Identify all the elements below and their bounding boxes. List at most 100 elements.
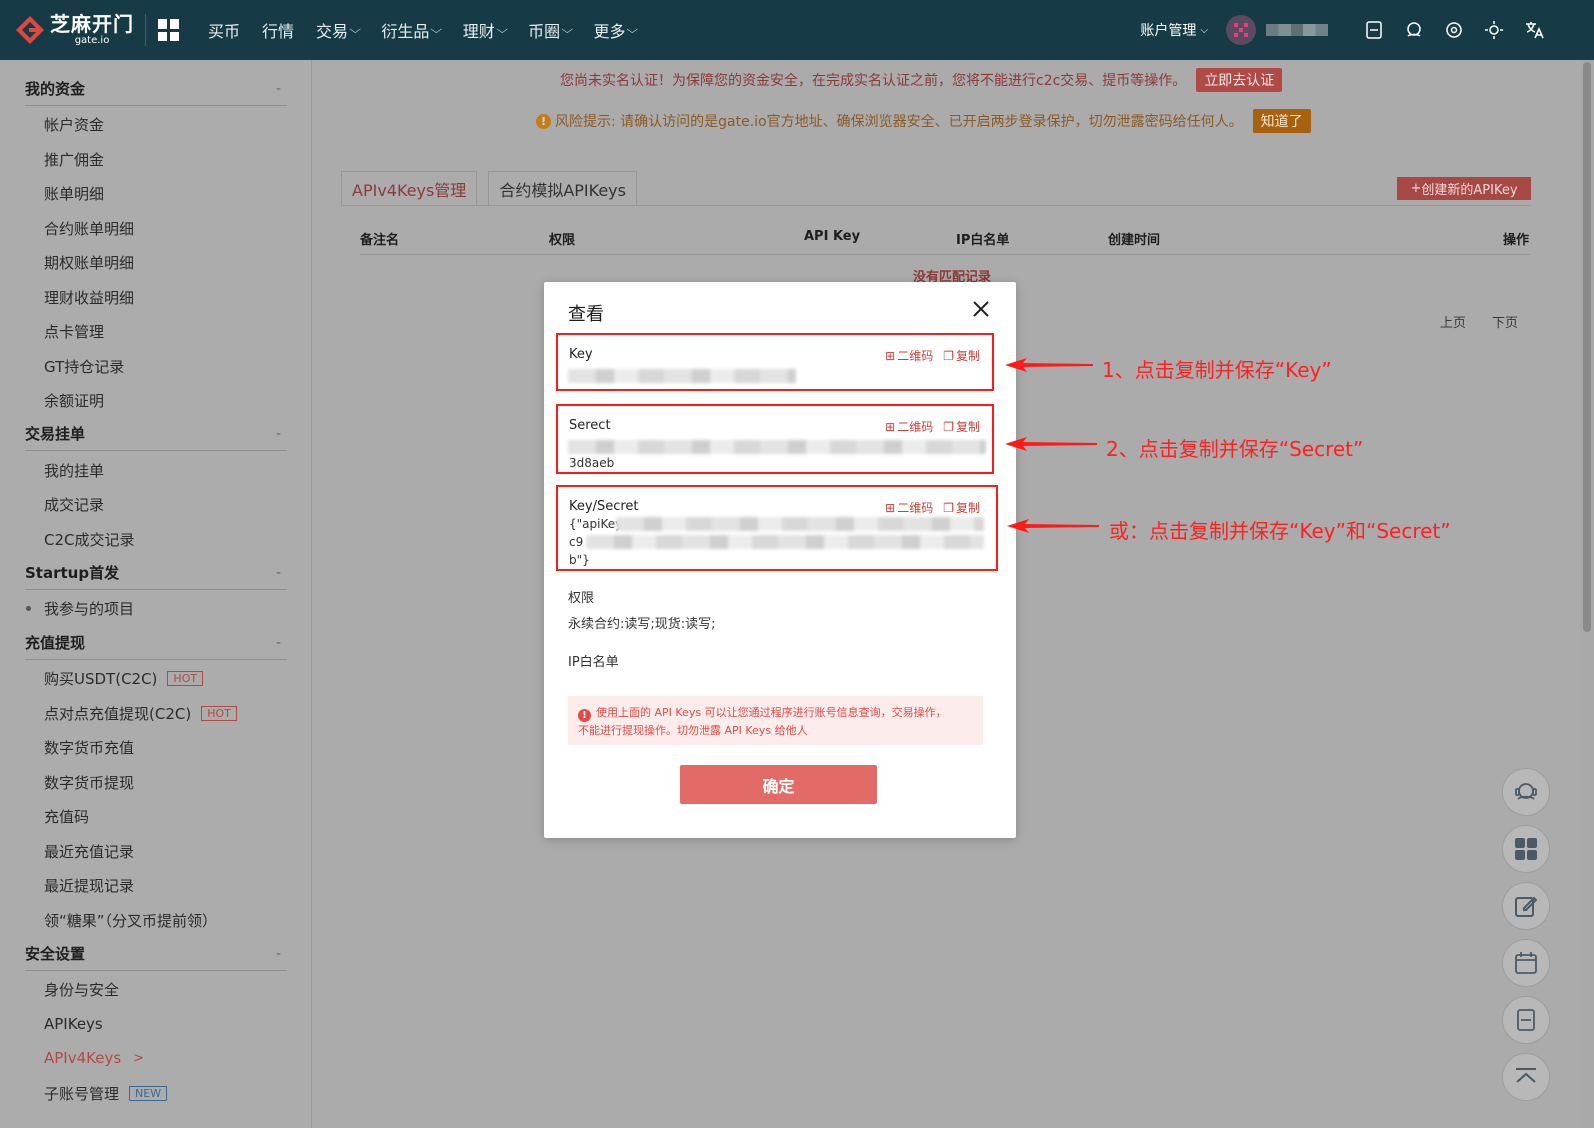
- sidebar-item-open-orders[interactable]: 我的挂单: [44, 458, 104, 482]
- sidebar-group-deposit-withdraw[interactable]: 充值提现 -: [25, 626, 287, 660]
- sidebar-item-recent-deposits[interactable]: 最近充值记录: [44, 839, 134, 863]
- sidebar-item-candy[interactable]: 领“糖果”（分叉币提前领）: [44, 908, 217, 932]
- nav-buy-crypto[interactable]: 买币: [198, 18, 252, 42]
- prev-page-button[interactable]: 上页: [1440, 312, 1466, 331]
- nav-trade[interactable]: 交易 ⌵: [306, 18, 371, 42]
- sidebar-item-c2c-history[interactable]: C2C成交记录: [44, 527, 135, 551]
- sidebar-item-recharge-code[interactable]: 充值码: [44, 804, 89, 828]
- key-field: Key ⊞ 二维码 ❐ 复制: [556, 333, 994, 391]
- close-icon[interactable]: [972, 300, 990, 318]
- avatar-pattern-icon: [1234, 23, 1248, 37]
- sidebar-group-funds[interactable]: 我的资金 -: [25, 72, 287, 106]
- sidebar-item-balance-proof[interactable]: 余额证明: [44, 388, 104, 412]
- secret-value-redacted[interactable]: [568, 440, 986, 454]
- float-back-to-top-button[interactable]: [1502, 1053, 1550, 1101]
- avatar[interactable]: [1226, 15, 1256, 45]
- qrcode-icon: ⊞: [885, 348, 896, 363]
- warning-icon: !: [536, 113, 551, 129]
- key-value-redacted[interactable]: [568, 369, 796, 383]
- apps-grid-icon[interactable]: [158, 19, 180, 41]
- sidebar-item-apiv4keys[interactable]: APIv4Keys >: [44, 1046, 144, 1070]
- sidebar-item-point-card[interactable]: 点卡管理: [44, 319, 104, 343]
- secret-qrcode-button[interactable]: ⊞ 二维码: [885, 418, 933, 435]
- col-api-key: API Key: [804, 229, 861, 244]
- gate-logo-icon: [14, 14, 46, 46]
- customer-service-icon[interactable]: [1403, 19, 1425, 41]
- nav-markets[interactable]: 行情: [252, 18, 306, 42]
- theme-sun-icon[interactable]: [1483, 19, 1505, 41]
- modal-title: 查看: [568, 304, 604, 325]
- verify-now-button[interactable]: 立即去认证: [1196, 68, 1283, 92]
- sidebar-item-identity-security[interactable]: 身份与安全: [44, 977, 119, 1001]
- sidebar-item-trade-history[interactable]: 成交记录: [44, 492, 104, 516]
- sidebar-item-futures-bills[interactable]: 合约账单明细: [44, 216, 134, 240]
- permissions-value: 永续合约:读写;现货:读写;: [568, 617, 716, 632]
- tab-futures-testnet[interactable]: 合约模拟APIKeys: [488, 171, 637, 206]
- collapse-icon[interactable]: -: [276, 565, 287, 581]
- account-menu[interactable]: 账户管理 ⌵: [1140, 20, 1208, 40]
- back-to-top-icon: [1516, 1068, 1536, 1083]
- key-secret-line-2: c9: [569, 535, 584, 549]
- page-scrollbar-thumb[interactable]: [1583, 62, 1591, 632]
- sidebar-item-p2p[interactable]: 点对点充值提现(C2C) HOT: [44, 701, 237, 725]
- key-copy-button[interactable]: ❐ 复制: [943, 347, 980, 364]
- kyc-notice: 您尚未实名认证！为保障您的资金安全，在完成实名认证之前，您将不能进行c2c交易、…: [560, 68, 1283, 92]
- col-actions: 操作: [1503, 233, 1530, 248]
- sidebar-item-referral[interactable]: 推广佣金: [44, 147, 104, 171]
- collapse-icon[interactable]: -: [276, 81, 287, 97]
- sidebar-item-buy-usdt[interactable]: 购买USDT(C2C) HOT: [44, 666, 204, 690]
- sidebar-item-finance-income[interactable]: 理财收益明细: [44, 285, 134, 309]
- float-support-button[interactable]: [1502, 768, 1550, 816]
- bullet-dot-icon: [26, 605, 31, 611]
- app-download-icon[interactable]: [1363, 19, 1385, 41]
- key-secret-redacted-2[interactable]: [586, 535, 984, 549]
- nav-community[interactable]: 币圈 ⌵: [518, 18, 583, 42]
- key-secret-redacted-1[interactable]: [616, 517, 984, 531]
- nav-finance[interactable]: 理财 ⌵: [453, 18, 518, 42]
- sidebar-group-startup[interactable]: Startup首发 -: [25, 556, 287, 590]
- sidebar-item-crypto-withdraw[interactable]: 数字货币提现: [44, 770, 134, 794]
- got-it-button[interactable]: 知道了: [1252, 109, 1311, 133]
- sidebar-item-my-projects[interactable]: 我参与的项目: [26, 596, 134, 620]
- sidebar-group-orders[interactable]: 交易挂单 -: [25, 417, 287, 451]
- next-page-button[interactable]: 下页: [1492, 312, 1518, 331]
- headset-icon: [1515, 783, 1537, 800]
- key-qrcode-button[interactable]: ⊞ 二维码: [885, 347, 933, 364]
- float-feedback-button[interactable]: [1502, 882, 1550, 930]
- username-masked[interactable]: [1266, 24, 1328, 36]
- nav-divider: [145, 14, 146, 46]
- nav-derivatives[interactable]: 衍生品 ⌵: [371, 18, 452, 42]
- secret-copy-button[interactable]: ❐ 复制: [943, 418, 980, 435]
- tab-apiv4keys[interactable]: APIv4Keys管理: [341, 171, 478, 206]
- settings-gear-icon[interactable]: [1443, 19, 1465, 41]
- plus-icon: +: [1410, 181, 1422, 196]
- key-secret-copy-button[interactable]: ❐ 复制: [943, 499, 980, 516]
- collapse-icon[interactable]: -: [276, 635, 287, 651]
- key-secret-qrcode-button[interactable]: ⊞ 二维码: [885, 499, 933, 516]
- brand-logo[interactable]: 芝麻开门 gate.io: [0, 0, 145, 60]
- key-secret-field: Key/Secret ⊞ 二维码 ❐ 复制 {"apiKey c9 b"}: [556, 485, 998, 571]
- confirm-button[interactable]: 确定: [680, 765, 877, 804]
- collapse-icon[interactable]: -: [276, 946, 287, 962]
- float-app-button[interactable]: [1502, 996, 1550, 1044]
- sidebar-item-account-funds[interactable]: 帐户资金: [44, 112, 104, 136]
- sidebar-item-crypto-deposit[interactable]: 数字货币充值: [44, 735, 134, 759]
- brand-name-en: gate.io: [74, 35, 110, 46]
- float-calendar-button[interactable]: [1502, 939, 1550, 987]
- col-ip-whitelist: IP白名单: [956, 233, 1010, 248]
- sidebar-item-subaccounts[interactable]: 子账号管理 NEW: [44, 1081, 168, 1105]
- sidebar-group-security[interactable]: 安全设置 -: [25, 937, 287, 971]
- language-translate-icon[interactable]: [1523, 19, 1545, 41]
- nav-more[interactable]: 更多 ⌵: [583, 18, 648, 42]
- sidebar-item-apikeys[interactable]: APIKeys: [44, 1012, 103, 1036]
- hot-badge: HOT: [167, 670, 204, 686]
- sidebar-item-bills[interactable]: 账单明细: [44, 181, 104, 205]
- sidebar-item-recent-withdrawals[interactable]: 最近提现记录: [44, 873, 134, 897]
- create-apikey-button[interactable]: + 创建新的APIKey: [1397, 177, 1531, 200]
- sidebar-item-gt-holdings[interactable]: GT持仓记录: [44, 354, 124, 378]
- sidebar-item-options-bills[interactable]: 期权账单明细: [44, 250, 134, 274]
- view-apikey-modal: 查看 Key ⊞ 二维码 ❐ 复制 Serect ⊞ 二维码 ❐ 复制 3d8aeb K…: [544, 282, 1016, 838]
- float-calculator-button[interactable]: [1502, 825, 1550, 873]
- collapse-icon[interactable]: -: [276, 426, 287, 442]
- chevron-down-icon: ⌵: [626, 23, 639, 36]
